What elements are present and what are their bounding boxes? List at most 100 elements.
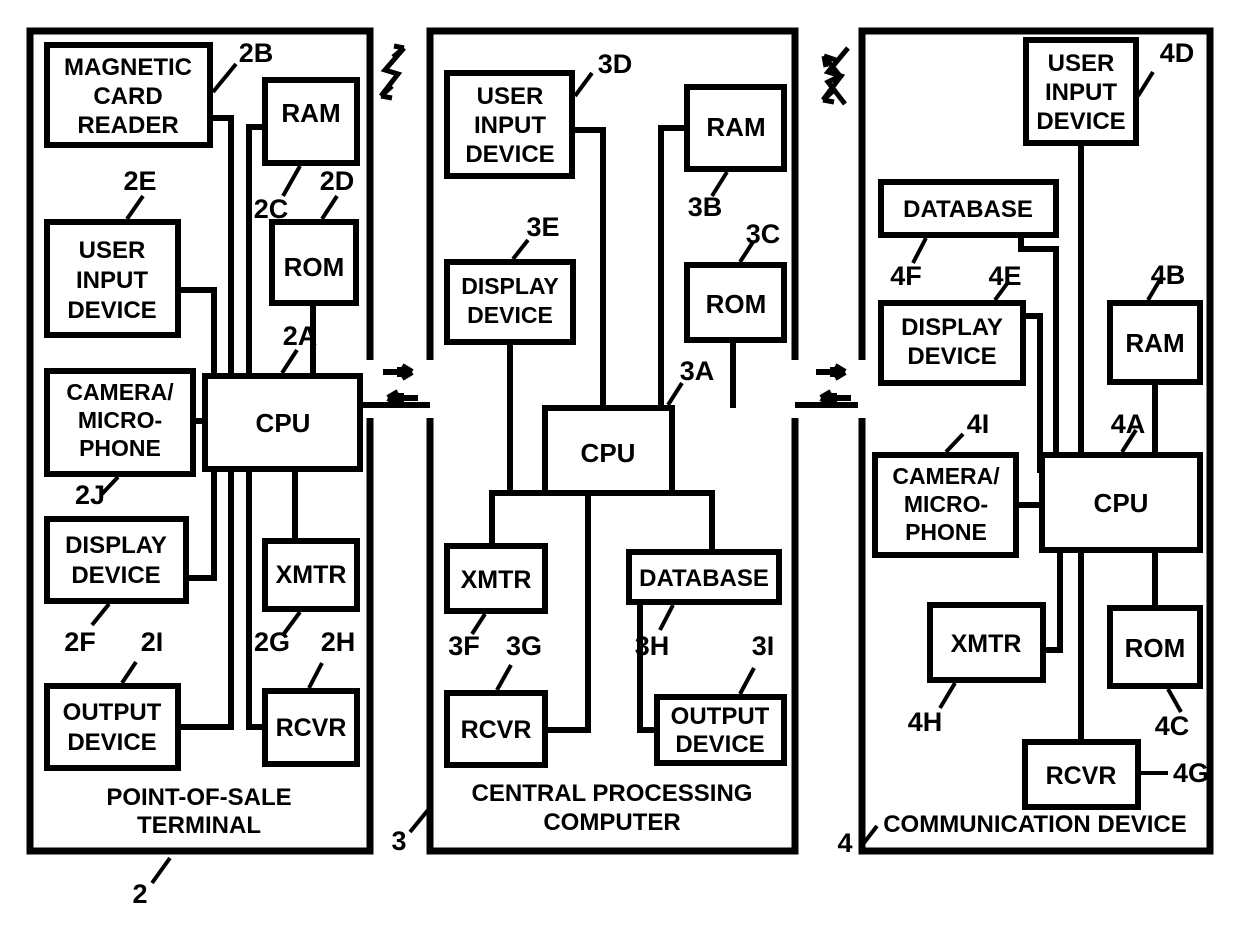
ref-label-2: 2 xyxy=(132,879,147,909)
block-label-line-1: DEVICE xyxy=(67,729,156,756)
block-label-line-0: DATABASE xyxy=(903,196,1033,223)
ref-label-3H: 3H xyxy=(635,631,670,661)
ref-label-3E: 3E xyxy=(526,212,559,242)
panel-border-gap-pos xyxy=(366,360,376,418)
ref-label-3F: 3F xyxy=(448,631,480,661)
ref-label-4C: 4C xyxy=(1155,711,1190,741)
ref-label-2G: 2G xyxy=(254,627,290,657)
block-label-line-1: DEVICE xyxy=(71,562,160,589)
block-rcvr-comm[interactable]: RCVR xyxy=(1022,739,1141,810)
ref-lead-3 xyxy=(408,808,430,834)
block-label-line-0: CPU xyxy=(256,408,311,438)
block-user-input-device-comm[interactable]: USER INPUT DEVICE xyxy=(1023,37,1139,146)
block-rcvr-cpc[interactable]: RCVR xyxy=(444,690,548,768)
block-label-line-0: XMTR xyxy=(461,566,532,594)
block-label-line-1: MICRO- xyxy=(904,491,988,517)
block-display-device-pos[interactable]: DISPLAY DEVICE xyxy=(44,516,189,604)
block-label-line-1: INPUT xyxy=(474,112,546,139)
panel-title-line-1: COMPUTER xyxy=(543,809,680,836)
block-label-line-0: RCVR xyxy=(1046,762,1117,790)
ref-label-2J: 2J xyxy=(75,480,105,510)
block-label-line-0: ROM xyxy=(706,289,767,319)
block-label-line-2: PHONE xyxy=(79,435,161,461)
block-label-line-0: RAM xyxy=(1125,328,1184,358)
ref-label-2A: 2A xyxy=(283,321,318,351)
block-label-line-0: ROM xyxy=(1125,633,1186,663)
diagram-canvas: MAGNETIC CARD READER 2B RAM 2C ROM 2D US… xyxy=(26,27,1214,909)
ref-label-4: 4 xyxy=(837,828,852,858)
ref-label-4G: 4G xyxy=(1173,758,1209,788)
panel-border-gap-comm xyxy=(858,360,868,418)
patent-figure: MAGNETIC CARD READER 2B RAM 2C ROM 2D US… xyxy=(0,0,1240,939)
block-label-line-0: RAM xyxy=(706,112,765,142)
block-label-line-0: RCVR xyxy=(276,714,347,742)
block-xmtr-cpc[interactable]: XMTR xyxy=(444,543,548,614)
ref-label-2B: 2B xyxy=(239,38,274,68)
block-label-line-0: OUTPUT xyxy=(63,699,162,726)
block-label-line-0: OUTPUT xyxy=(671,703,770,730)
block-label-line-1: INPUT xyxy=(1045,79,1117,106)
ref-label-3G: 3G xyxy=(506,631,542,661)
block-camera-microphone-pos[interactable]: CAMERA/ MICRO- PHONE xyxy=(44,368,196,477)
panel-border-gap-cpc-right xyxy=(791,360,801,418)
block-label-line-0: CAMERA/ xyxy=(892,463,1000,489)
block-rom-comm[interactable]: ROM xyxy=(1107,605,1203,689)
block-label-line-2: PHONE xyxy=(905,519,987,545)
ref-label-2I: 2I xyxy=(141,627,164,657)
panel-title-line-0: COMMUNICATION DEVICE xyxy=(883,811,1187,838)
block-label-line-1: INPUT xyxy=(76,267,148,294)
block-ram-pos[interactable]: RAM xyxy=(262,77,360,166)
block-database-comm[interactable]: DATABASE xyxy=(878,179,1059,238)
block-display-device-comm[interactable]: DISPLAY DEVICE xyxy=(878,300,1026,386)
block-database-cpc[interactable]: DATABASE xyxy=(626,549,782,605)
panel-communication-device: USER INPUT DEVICE 4D DATABASE 4F DISPLAY… xyxy=(837,27,1214,858)
block-output-device-pos[interactable]: OUTPUT DEVICE xyxy=(44,683,181,771)
block-label-line-0: XMTR xyxy=(276,561,347,589)
block-label-line-0: DISPLAY xyxy=(461,273,559,299)
block-label-line-1: MICRO- xyxy=(78,407,162,433)
block-output-device-cpc[interactable]: OUTPUT DEVICE xyxy=(654,694,787,766)
block-label-line-2: DEVICE xyxy=(465,141,554,168)
ref-label-4F: 4F xyxy=(890,261,922,291)
block-magnetic-card-reader[interactable]: MAGNETIC CARD READER xyxy=(44,42,213,148)
ref-label-2E: 2E xyxy=(123,166,156,196)
block-user-input-device-cpc[interactable]: USER INPUT DEVICE xyxy=(444,70,575,179)
block-label-line-0: XMTR xyxy=(951,630,1022,658)
block-rom-pos[interactable]: ROM xyxy=(269,219,359,306)
ref-label-4I: 4I xyxy=(967,409,990,439)
block-label-line-1: CARD xyxy=(93,83,162,110)
block-cpu-pos[interactable]: CPU xyxy=(202,373,363,472)
block-label-line-1: DEVICE xyxy=(675,731,764,758)
block-label-line-0: USER xyxy=(1048,50,1115,77)
link-icon-arrows-cpc-comm xyxy=(816,363,851,407)
block-label-line-0: ROM xyxy=(284,252,345,282)
ref-label-3: 3 xyxy=(391,826,406,856)
ref-label-4H: 4H xyxy=(908,707,943,737)
block-label-line-0: DISPLAY xyxy=(901,314,1003,341)
block-cpu-comm[interactable]: CPU xyxy=(1039,452,1203,553)
block-rcvr-pos[interactable]: RCVR xyxy=(262,688,360,767)
panel-title-line-0: POINT-OF-SALE xyxy=(106,784,291,811)
ref-label-2D: 2D xyxy=(320,166,355,196)
block-label-line-2: READER xyxy=(77,112,178,139)
block-xmtr-pos[interactable]: XMTR xyxy=(262,538,360,612)
ref-label-4B: 4B xyxy=(1151,260,1186,290)
link-icon-lightning-cpc-comm xyxy=(821,46,850,106)
ref-lead-2 xyxy=(150,856,172,885)
block-user-input-device-pos[interactable]: USER INPUT DEVICE xyxy=(44,219,181,338)
block-rom-cpc[interactable]: ROM xyxy=(684,262,787,343)
ref-label-3I: 3I xyxy=(752,631,775,661)
block-xmtr-comm[interactable]: XMTR xyxy=(927,602,1046,683)
block-cpu-cpc[interactable]: CPU xyxy=(542,405,675,496)
block-ram-comm[interactable]: RAM xyxy=(1107,300,1203,385)
block-ram-cpc[interactable]: RAM xyxy=(684,84,787,172)
block-label-line-0: MAGNETIC xyxy=(64,54,192,81)
block-camera-microphone-comm[interactable]: CAMERA/ MICRO- PHONE xyxy=(872,452,1019,558)
block-label-line-0: USER xyxy=(477,83,544,110)
block-label-line-0: DISPLAY xyxy=(65,532,167,559)
block-display-device-cpc[interactable]: DISPLAY DEVICE xyxy=(444,259,576,345)
block-label-line-0: RAM xyxy=(281,98,340,128)
panel-point-of-sale-terminal: MAGNETIC CARD READER 2B RAM 2C ROM 2D US… xyxy=(26,27,430,909)
ref-label-4D: 4D xyxy=(1160,38,1195,68)
ref-label-2H: 2H xyxy=(321,627,356,657)
